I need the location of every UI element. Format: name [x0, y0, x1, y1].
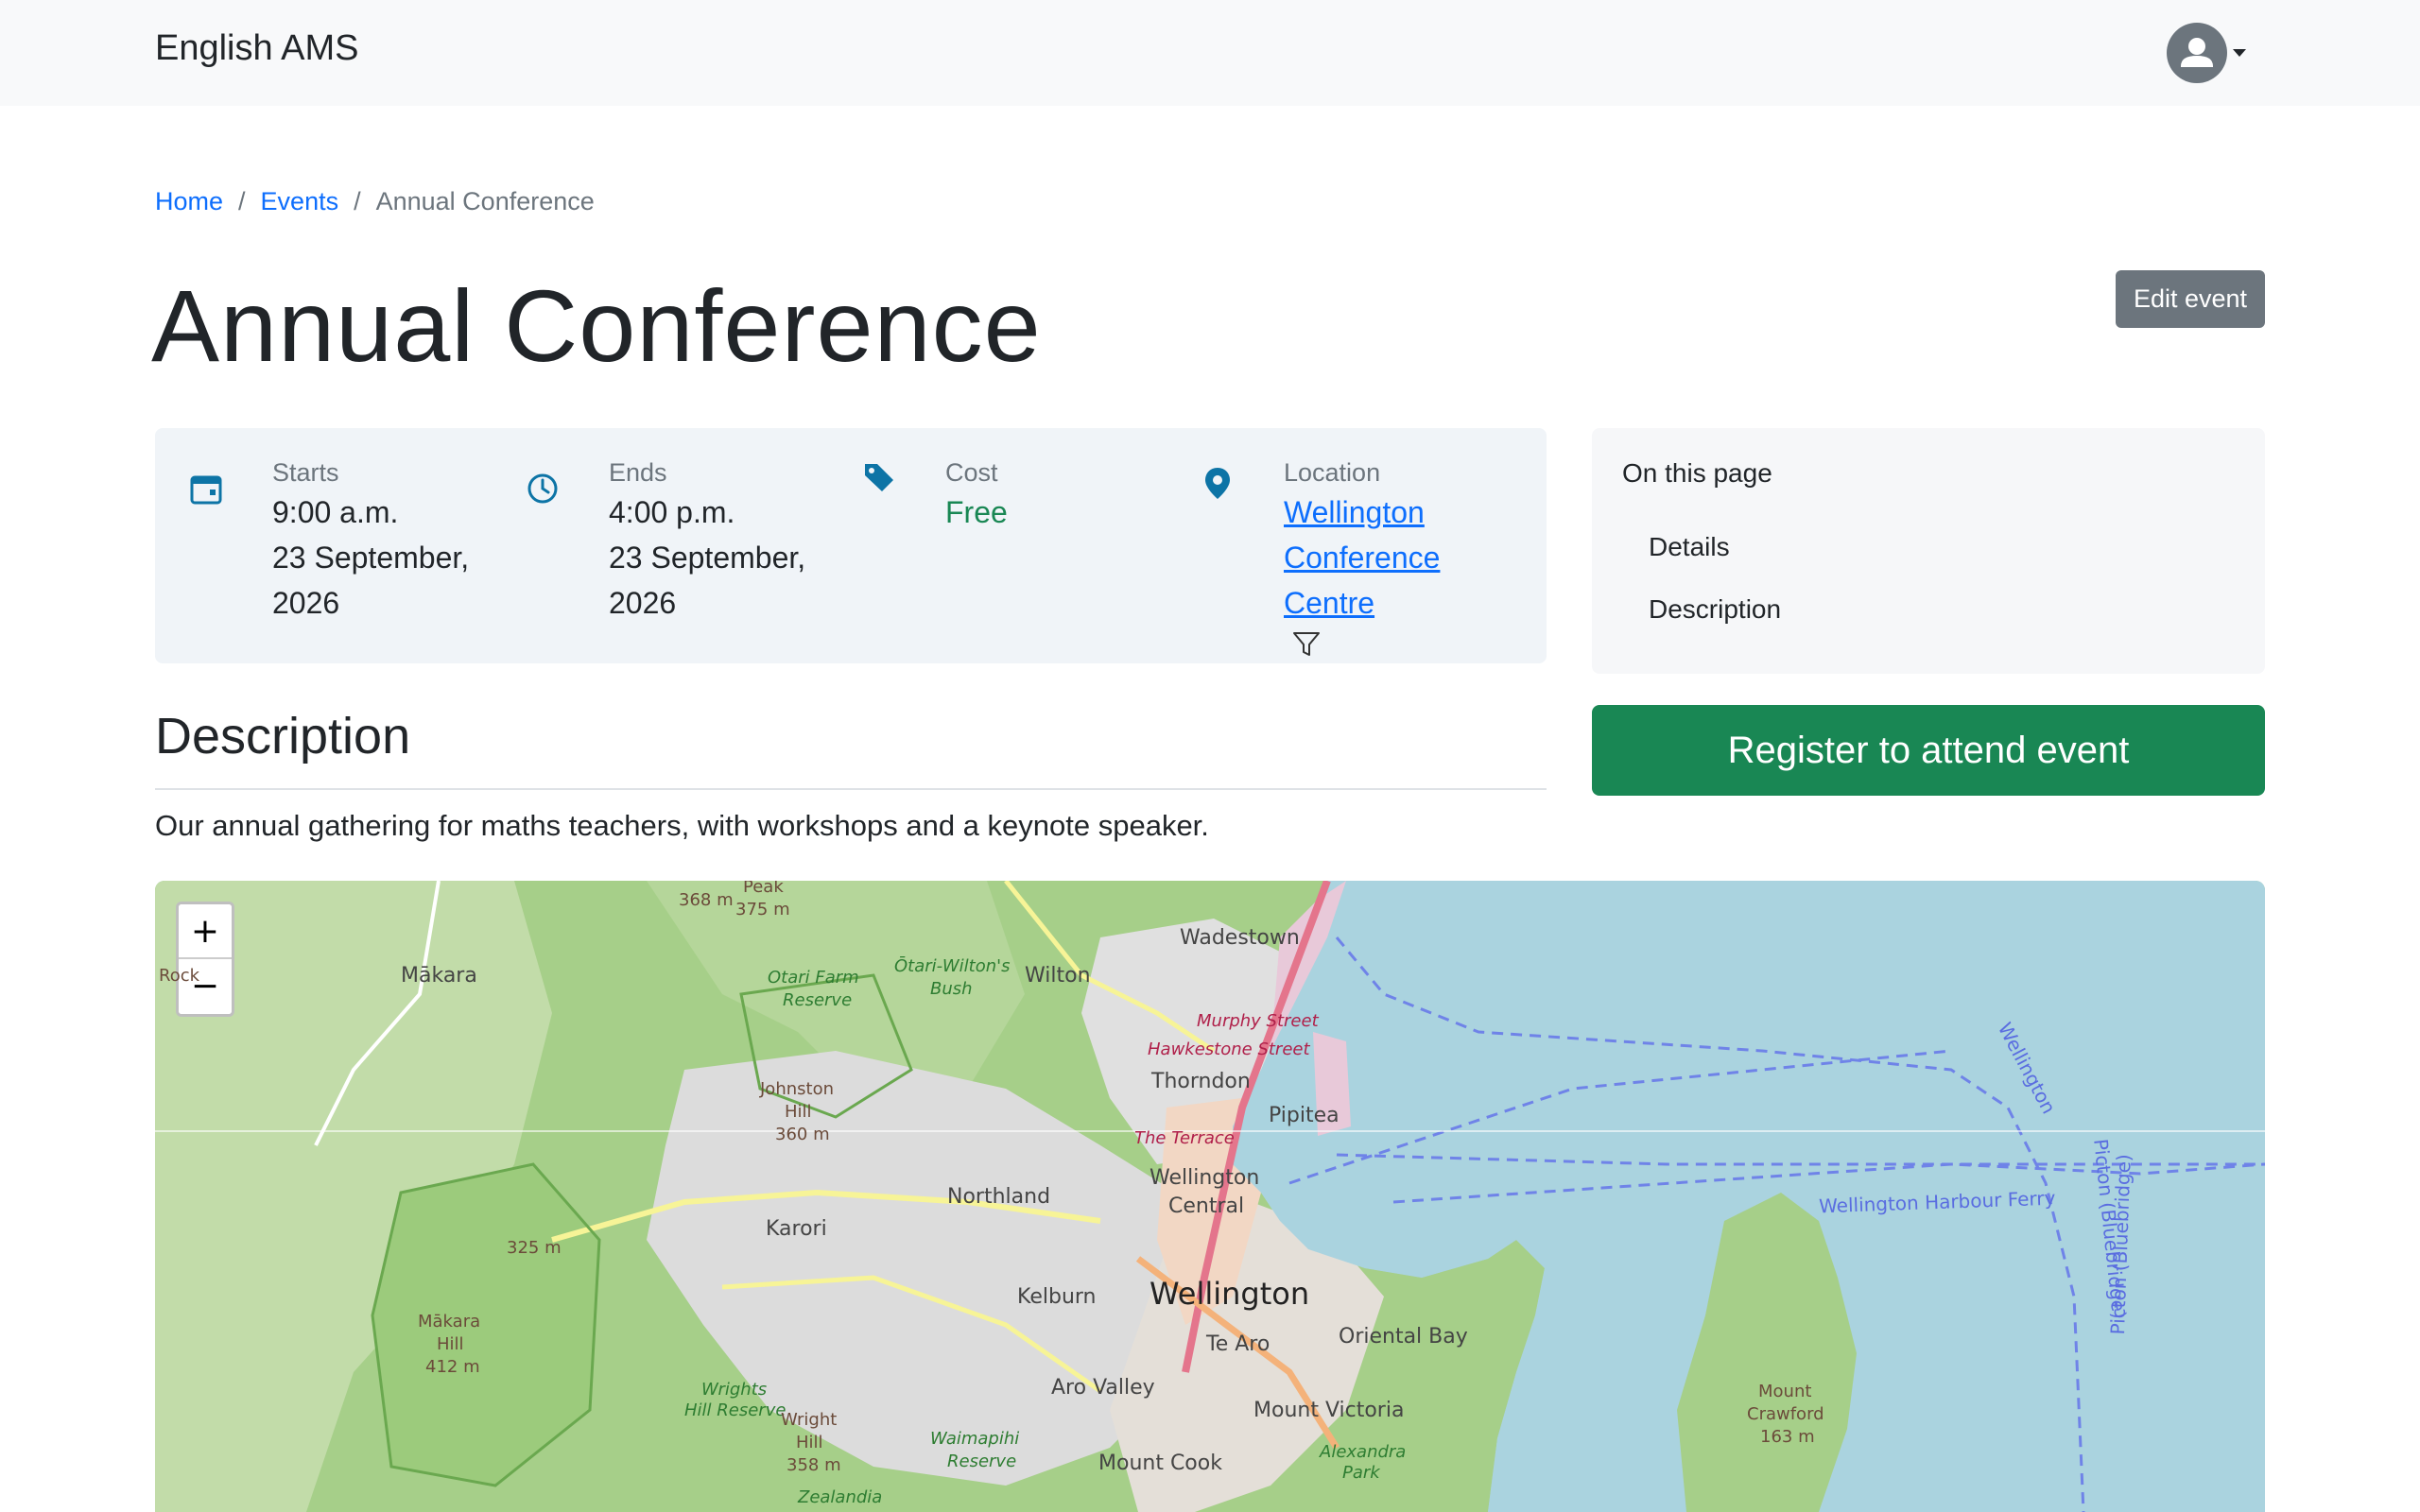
map-label: Park — [1342, 1463, 1380, 1483]
map-label: Otari Farm — [768, 968, 859, 988]
map-label: 375 m — [735, 900, 790, 919]
map-label: Hill — [437, 1334, 464, 1354]
user-avatar-icon[interactable] — [2167, 23, 2227, 83]
map-label: Wadestown — [1180, 926, 1300, 950]
page-title: Annual Conference — [151, 268, 1042, 383]
map-label: Northland — [947, 1185, 1051, 1209]
map-label: Peak — [743, 881, 784, 897]
location-label: Location — [1284, 458, 1381, 487]
map-label: Mount Victoria — [1253, 1399, 1405, 1422]
breadcrumb-separator: / — [238, 187, 246, 215]
map-label: Te Aro — [1206, 1332, 1270, 1356]
map-label: Wilton — [1025, 964, 1091, 988]
map-label: Kelburn — [1017, 1285, 1097, 1309]
description-text: Our annual gathering for maths teachers,… — [155, 809, 1209, 842]
filter-icon[interactable] — [1291, 629, 1322, 660]
brand-link[interactable]: English AMS — [155, 28, 358, 69]
map-label: Mākara — [418, 1312, 481, 1332]
location-link-line1[interactable]: Wellington — [1284, 495, 1425, 529]
description-heading: Description — [155, 708, 411, 765]
starts-date-line2: 2026 — [272, 586, 340, 621]
map-label: Hill — [785, 1102, 812, 1122]
map-label: Zealandia — [798, 1487, 883, 1507]
map-label: Reserve — [947, 1452, 1017, 1471]
map-label: Reserve — [783, 990, 853, 1010]
map-label: Oriental Bay — [1339, 1325, 1468, 1349]
map-label: Crawford — [1747, 1404, 1824, 1424]
location-link-line2[interactable]: Conference Centre — [1284, 541, 1440, 620]
ends-date-line1: 23 September, — [609, 541, 806, 576]
map-label: Wright — [781, 1410, 838, 1430]
map-label: Wellington — [1150, 1166, 1260, 1190]
ends-date-line2: 2026 — [609, 586, 677, 621]
map-label: 360 m — [775, 1125, 830, 1144]
toc-title: On this page — [1622, 458, 1772, 488]
breadcrumb-events[interactable]: Events — [261, 187, 339, 216]
top-navbar: English AMS — [0, 0, 2420, 106]
map-label: 163 m — [1760, 1427, 1815, 1447]
map-label: Mount — [1758, 1382, 1812, 1401]
map-label: Ōtari-Wilton's — [894, 956, 1011, 976]
map-label: Pipitea — [1269, 1104, 1340, 1127]
starts-label: Starts — [272, 458, 339, 487]
ends-label: Ends — [609, 458, 667, 487]
breadcrumb-separator: / — [354, 187, 361, 215]
map-label: Rock — [159, 966, 200, 986]
map-label: Aro Valley — [1051, 1376, 1155, 1400]
map-label: The Terrace — [1134, 1128, 1235, 1148]
map-label: Alexandra — [1320, 1442, 1407, 1462]
ends-time: 4:00 p.m. — [609, 495, 735, 530]
map-label: Waimapihi — [930, 1429, 1020, 1449]
cost-label: Cost — [945, 458, 998, 487]
toc-link-description[interactable]: Description — [1649, 594, 1781, 625]
map-label: Central — [1168, 1194, 1245, 1218]
section-divider — [155, 788, 1547, 790]
breadcrumb: Home / Events / Annual Conference — [155, 187, 595, 216]
map-label: Karori — [766, 1217, 827, 1241]
event-details-card: Starts 9:00 a.m. 23 September, 2026 Ends… — [155, 428, 1547, 663]
starts-time: 9:00 a.m. — [272, 495, 399, 530]
map-label: Wellington — [1150, 1276, 1310, 1312]
map-label: Hawkestone Street — [1148, 1040, 1310, 1059]
tag-icon — [865, 464, 893, 491]
map-label: Mākara — [401, 964, 477, 988]
map-label: 368 m — [679, 890, 734, 910]
register-button[interactable]: Register to attend event — [1592, 705, 2265, 796]
map-label: 412 m — [425, 1357, 480, 1377]
map-label: Mount Cook — [1098, 1452, 1222, 1475]
calendar-icon — [190, 475, 222, 505]
dropdown-caret-icon[interactable] — [2233, 49, 2246, 57]
toc-link-details[interactable]: Details — [1649, 532, 1730, 562]
map-label: Thorndon — [1151, 1070, 1251, 1093]
map-label: 325 m — [507, 1238, 562, 1258]
map-label: Johnston — [760, 1079, 834, 1099]
location-map[interactable]: + − Mākara Wadestown Wilton Thorndon Pip… — [155, 881, 2265, 1512]
zoom-in-button[interactable]: + — [179, 904, 232, 959]
map-label: Hill Reserve — [684, 1400, 786, 1420]
map-label: 358 m — [786, 1455, 841, 1475]
on-this-page-card: On this page Details Description — [1592, 428, 2265, 674]
cost-value: Free — [945, 495, 1008, 530]
map-pin-icon — [1205, 468, 1230, 499]
map-label: Hill — [796, 1433, 823, 1452]
clock-icon — [527, 473, 558, 504]
map-label: Wrights — [701, 1380, 768, 1400]
map-label: Murphy Street — [1197, 1011, 1319, 1031]
starts-date-line1: 23 September, — [272, 541, 470, 576]
map-label: Bush — [930, 979, 973, 999]
map-zoom-control: + − — [176, 902, 234, 1017]
breadcrumb-current: Annual Conference — [375, 187, 595, 215]
edit-event-button[interactable]: Edit event — [2116, 270, 2265, 328]
breadcrumb-home[interactable]: Home — [155, 187, 223, 216]
